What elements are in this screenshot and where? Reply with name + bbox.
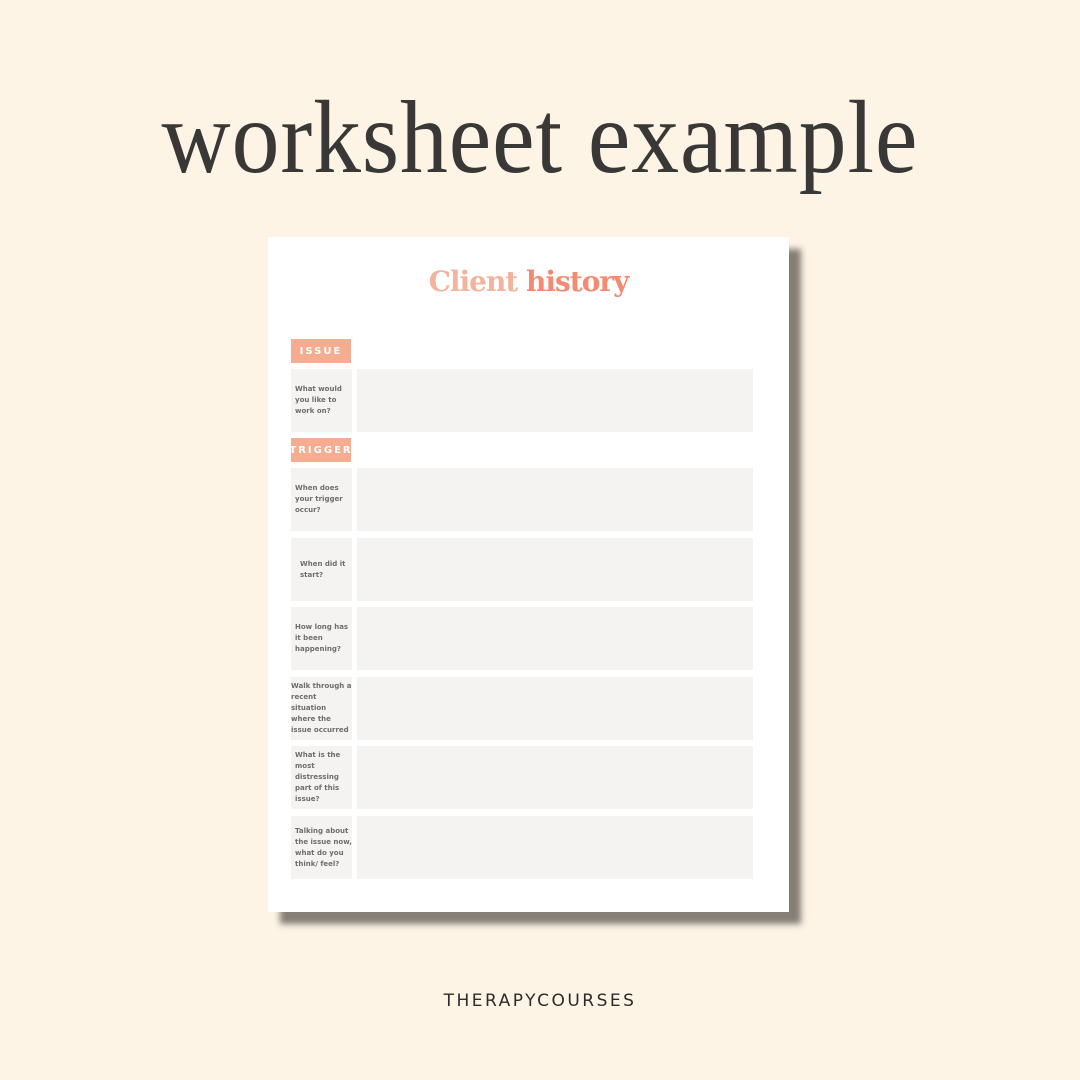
question-label: What would you like to work on?	[291, 369, 352, 432]
question-row: When does your trigger occur?	[291, 468, 753, 531]
answer-field[interactable]	[357, 677, 753, 740]
section-label-issue: ISSUE	[291, 339, 351, 363]
question-row: Walk through a recent situation where th…	[291, 677, 753, 740]
answer-field[interactable]	[357, 607, 753, 670]
worksheet-title: Client history	[268, 265, 789, 298]
question-label: Walk through a recent situation where th…	[291, 677, 352, 740]
question-row: What would you like to work on?	[291, 369, 753, 432]
question-row: What is the most distressing part of thi…	[291, 746, 753, 809]
answer-field[interactable]	[357, 746, 753, 809]
answer-field[interactable]	[357, 816, 753, 879]
answer-field[interactable]	[357, 538, 753, 601]
question-label: When did it start?	[291, 538, 352, 601]
worksheet-page: Client history ISSUE What would you like…	[268, 237, 789, 912]
brand-footer: THERAPYCOURSES	[443, 991, 637, 1011]
question-row: When did it start?	[291, 538, 753, 601]
answer-field[interactable]	[357, 468, 753, 531]
question-row: Talking about the issue now, what do you…	[291, 816, 753, 879]
question-label: How long has it been happening?	[291, 607, 352, 670]
title-word-client: Client	[428, 265, 519, 298]
question-row: How long has it been happening?	[291, 607, 753, 670]
question-label: What is the most distressing part of thi…	[291, 746, 352, 809]
title-word-history: history	[526, 265, 629, 298]
headline: worksheet example	[161, 80, 919, 195]
question-label: When does your trigger occur?	[291, 468, 352, 531]
section-label-trigger: TRIGGER	[289, 438, 351, 462]
answer-field[interactable]	[357, 369, 753, 432]
question-label: Talking about the issue now, what do you…	[291, 816, 352, 879]
